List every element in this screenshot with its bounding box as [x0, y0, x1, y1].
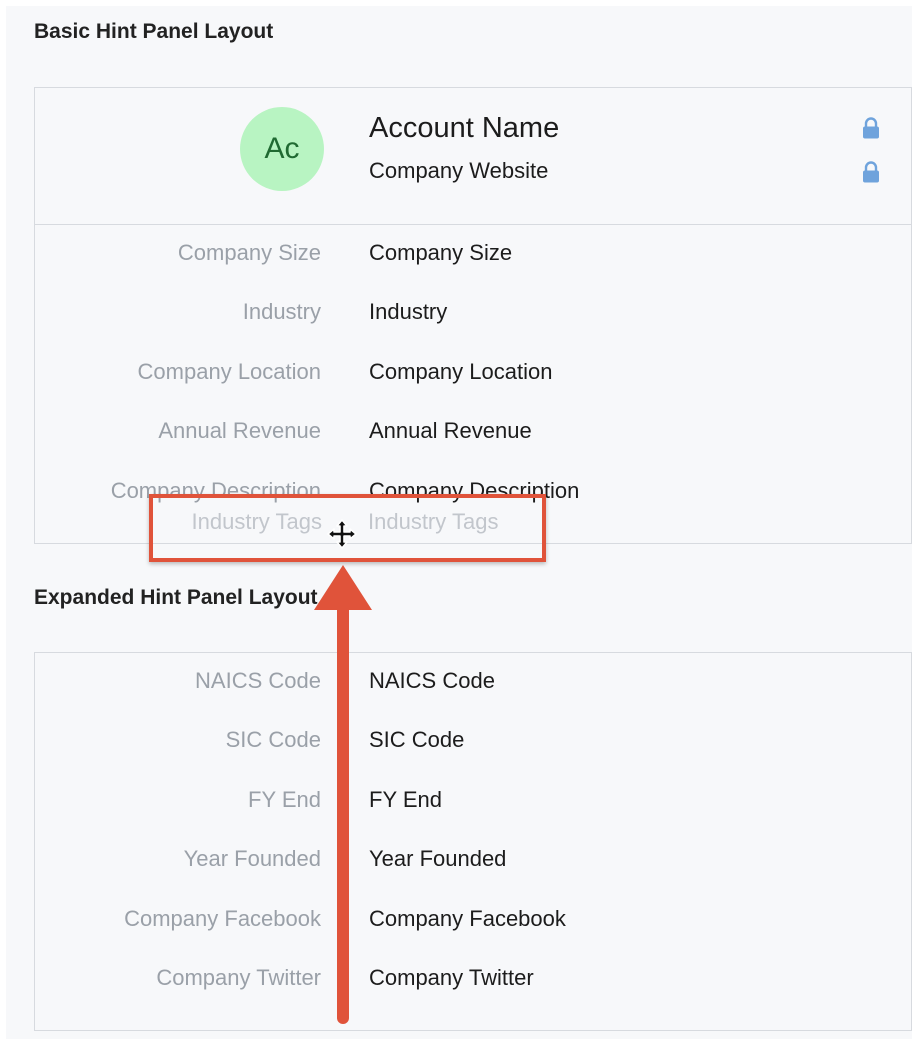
row-label: Company Size: [177, 240, 321, 265]
company-website-field[interactable]: Company Website: [369, 158, 548, 184]
row-value: Industry: [369, 299, 448, 324]
hint-row[interactable]: Industry Industry: [35, 299, 911, 339]
hint-row[interactable]: Year Founded Year Founded: [35, 846, 911, 886]
hint-row[interactable]: SIC Code SIC Code: [35, 727, 911, 767]
row-label: Company Twitter: [156, 965, 321, 990]
row-value: Annual Revenue: [369, 418, 532, 443]
row-value: FY End: [369, 787, 442, 812]
row-value: Company Size: [369, 240, 513, 265]
expanded-section-title: Expanded Hint Panel Layout: [34, 586, 318, 609]
basic-hint-panel: Ac Account Name Company Website Company …: [34, 87, 912, 544]
basic-section-title: Basic Hint Panel Layout: [34, 20, 274, 43]
row-label: Company Facebook: [124, 906, 321, 931]
row-value: Year Founded: [369, 846, 507, 871]
row-value: Company Facebook: [369, 906, 566, 931]
row-value: SIC Code: [369, 727, 465, 752]
hint-row[interactable]: Company Facebook Company Facebook: [35, 906, 911, 946]
hint-row[interactable]: Company Twitter Company Twitter: [35, 965, 911, 1005]
hint-row[interactable]: Annual Revenue Annual Revenue: [35, 418, 911, 458]
row-label: Company Location: [137, 359, 321, 384]
row-value: Company Twitter: [369, 965, 534, 990]
account-name-field[interactable]: Account Name: [369, 112, 559, 145]
row-label: Annual Revenue: [158, 418, 321, 443]
hint-row[interactable]: Company Location Company Location: [35, 359, 911, 399]
row-label: Industry: [242, 299, 321, 324]
panel-divider: [35, 224, 911, 225]
lock-icon: [863, 161, 879, 183]
hint-row[interactable]: Company Size Company Size: [35, 240, 911, 280]
expanded-hint-panel: NAICS Code NAICS Code SIC Code SIC Code …: [34, 652, 912, 1031]
move-cursor-icon: [327, 519, 357, 549]
lock-icon: [863, 117, 879, 139]
account-avatar: Ac: [240, 107, 324, 191]
row-label: Year Founded: [183, 846, 321, 871]
row-label: FY End: [248, 787, 321, 812]
hint-row[interactable]: NAICS Code NAICS Code: [35, 668, 911, 708]
row-label: SIC Code: [225, 727, 321, 752]
hint-row[interactable]: FY End FY End: [35, 787, 911, 827]
row-value: NAICS Code: [369, 668, 495, 693]
row-label: NAICS Code: [195, 668, 321, 693]
row-value: Company Location: [369, 359, 553, 384]
